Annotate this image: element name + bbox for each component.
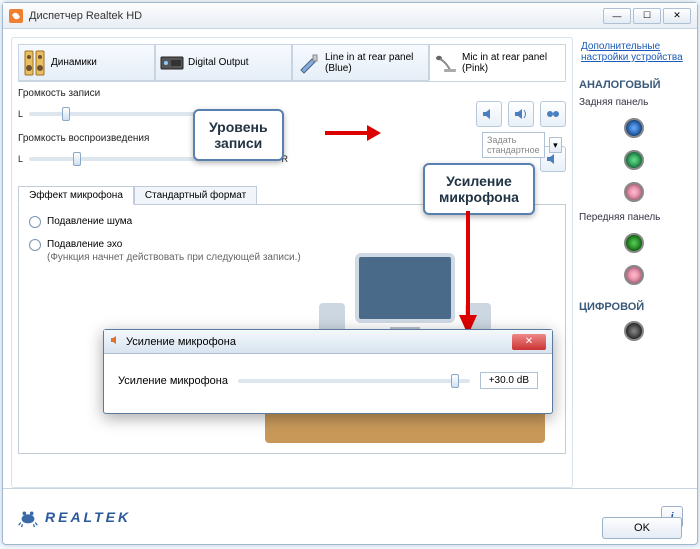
mic-boost-dialog: Усиление микрофона ✕ Усиление микрофона … [103,329,553,414]
window-title: Диспетчер Realtek HD [29,10,603,22]
advanced-button[interactable] [540,101,566,127]
device-tabs: Динамики Digital Output Line in at rear … [18,44,566,82]
mute-record-button[interactable] [476,101,502,127]
jack-front-green[interactable] [624,233,644,253]
dialog-title: Усиление микрофона [126,336,512,348]
ok-button[interactable]: OK [602,517,682,539]
digital-output-icon [160,51,184,75]
speaker-icon [110,334,122,349]
callout-mic-boost: Усиление микрофона [423,163,535,215]
advanced-settings-link[interactable]: Дополнительные настройки устройства [579,37,689,67]
mic-boost-label: Усиление микрофона [118,375,228,387]
jack-digital[interactable] [624,321,644,341]
callout-record-level: Уровень записи [193,109,284,161]
channel-left: L [18,109,23,119]
boost-button[interactable] [508,101,534,127]
close-button[interactable]: ✕ [663,8,691,24]
jack-blue[interactable] [624,118,644,138]
noise-suppression-option[interactable]: Подавление шума [29,215,555,228]
rear-panel-label: Задняя панель [579,97,689,108]
side-panel: Дополнительные настройки устройства АНАЛ… [579,37,689,488]
echo-suppression-note: (Функция начнет действовать при следующе… [47,251,301,264]
app-window: Диспетчер Realtek HD — ☐ ✕ Динамики [2,2,698,545]
tab-mic-in[interactable]: Mic in at rear panel (Pink) [429,44,566,81]
jack-front-pink[interactable] [624,265,644,285]
line-in-icon [297,51,321,75]
tab-digital-output[interactable]: Digital Output [155,44,292,81]
default-device-dropdown: Задать стандартное ▾ [482,132,562,158]
noise-suppression-label: Подавление шума [47,215,132,228]
titlebar: Диспетчер Realtek HD — ☐ ✕ [3,3,697,29]
mic-boost-slider[interactable] [238,379,470,383]
tab-label: Line in at rear panel (Blue) [325,52,424,74]
tab-label: Digital Output [188,57,249,68]
mic-boost-value: +30.0 dB [480,372,538,389]
realtek-logo: REALTEK [17,506,131,528]
jack-pink[interactable] [624,182,644,202]
tab-standard-format[interactable]: Стандартный формат [134,186,257,205]
window-controls: — ☐ ✕ [603,8,691,24]
radio-icon [29,239,41,251]
analog-header: АНАЛОГОВЫЙ [579,79,689,91]
digital-header: ЦИФРОВОЙ [579,301,689,313]
tab-line-in[interactable]: Line in at rear panel (Blue) [292,44,429,81]
minimize-button[interactable]: — [603,8,631,24]
speakers-icon [23,51,47,75]
crab-icon [17,506,39,528]
mic-icon [434,51,458,75]
tab-mic-effect[interactable]: Эффект микрофона [18,186,134,205]
default-device-label: Задать стандартное [482,132,545,158]
jack-green[interactable] [624,150,644,170]
app-icon [9,9,23,23]
dialog-close-button[interactable]: ✕ [512,334,546,350]
radio-icon [29,216,41,228]
dialog-titlebar: Усиление микрофона ✕ [104,330,552,354]
brand-text: REALTEK [45,509,131,525]
front-panel-label: Передняя панель [579,212,689,223]
record-volume-row: Громкость записи L R [18,88,566,127]
echo-suppression-label: Подавление эхо [47,238,301,251]
record-volume-label: Громкость записи [18,88,566,99]
channel-left: L [18,154,23,164]
tab-speakers[interactable]: Динамики [18,44,155,81]
main-panel: Динамики Digital Output Line in at rear … [11,37,573,488]
dropdown-arrow-icon[interactable]: ▾ [549,137,562,153]
tab-label: Mic in at rear panel (Pink) [462,52,561,74]
maximize-button[interactable]: ☐ [633,8,661,24]
footer: REALTEK i OK [3,488,697,544]
tab-label: Динамики [51,57,97,68]
record-volume-slider[interactable] [29,112,211,116]
